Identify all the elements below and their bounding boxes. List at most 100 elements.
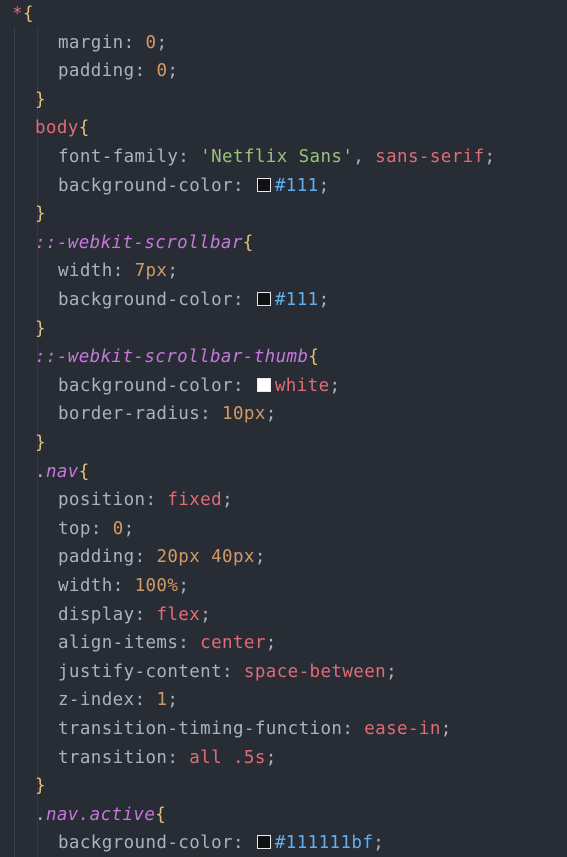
code-line: padding: 20px 40px; — [0, 543, 266, 572]
code-token: transition — [58, 747, 168, 768]
code-line: align-items: center; — [0, 629, 277, 658]
code-token: ; — [222, 490, 233, 511]
code-token: { — [22, 4, 34, 24]
color-swatch-icon[interactable] — [256, 177, 271, 192]
code-token: ; — [156, 32, 168, 53]
code-token: } — [35, 433, 46, 453]
code-token: : — [342, 719, 365, 739]
code-token: ; — [167, 690, 179, 711]
color-swatch-icon[interactable] — [256, 292, 271, 306]
code-token: z-index — [58, 690, 135, 711]
code-token: : — [90, 518, 113, 539]
code-token: 0 — [145, 32, 157, 53]
code-token: : — [145, 490, 168, 511]
code-token: { — [308, 347, 320, 368]
code-token: #111 — [274, 175, 319, 196]
code-token: center — [200, 633, 266, 654]
code-line: width: 100%; — [0, 572, 189, 601]
code-token: 0 — [112, 518, 124, 539]
code-token: margin — [58, 32, 124, 53]
code-line: position: fixed; — [0, 486, 233, 515]
code-token: ease-in — [364, 719, 441, 739]
code-token: white — [274, 375, 330, 396]
code-token: ; — [123, 518, 135, 539]
code-token: : — [134, 61, 157, 82]
code-line: margin: 0; — [0, 29, 167, 58]
code-token: } — [35, 204, 46, 225]
code-line: .nav.active{ — [0, 801, 166, 830]
code-token: ; — [373, 833, 385, 854]
code-token: ; — [484, 147, 496, 167]
code-token: . — [35, 461, 46, 482]
code-token: . — [35, 804, 46, 825]
code-token: background-color — [58, 833, 233, 854]
code-token: } — [35, 776, 46, 797]
code-line: border-radius: 10px; — [0, 400, 277, 429]
code-token: * — [12, 4, 23, 24]
code-token: ; — [318, 175, 330, 196]
code-token: top — [58, 518, 91, 539]
code-token: 20px 40px — [156, 547, 255, 568]
code-token: ; — [265, 633, 277, 654]
code-editor[interactable]: *{margin: 0; padding: 0;} body{font-family… — [0, 0, 567, 857]
code-token: body — [35, 118, 79, 139]
code-token: position — [58, 490, 146, 511]
code-token: ; — [178, 576, 190, 596]
code-token: ; — [167, 261, 179, 282]
code-token: 'Netflix Sans' — [200, 147, 354, 167]
code-token: : — [112, 261, 135, 282]
code-line: justify-content: space-between; — [0, 658, 397, 687]
code-token: : — [112, 576, 135, 596]
code-token: width — [58, 261, 113, 282]
code-token: width — [58, 576, 113, 596]
code-line: transition-timing-function: ease-in; — [0, 715, 452, 744]
code-token: ; — [440, 719, 452, 739]
code-token: border-radius — [58, 404, 201, 425]
code-token: ; — [265, 404, 277, 425]
code-token: padding — [58, 547, 135, 568]
code-token: ; — [318, 290, 330, 310]
code-token: #111 — [274, 290, 319, 310]
code-token: background-color — [58, 375, 233, 396]
code-token: sans-serif — [375, 147, 485, 167]
code-token: display — [58, 604, 135, 625]
code-line: background-color: #111; — [0, 172, 330, 201]
code-token: align-items — [58, 633, 179, 654]
code-token: space-between — [243, 661, 387, 682]
code-line: z-index: 1; — [0, 686, 178, 715]
code-line: background-color: #111111bf; — [0, 829, 384, 857]
code-token: #111111bf — [274, 833, 374, 854]
color-swatch-icon[interactable] — [256, 835, 271, 850]
code-token: : — [200, 404, 223, 425]
code-line: } — [0, 86, 46, 115]
code-token: justify-content — [58, 661, 223, 682]
code-token: { — [155, 804, 167, 825]
code-token: : — [134, 604, 157, 625]
code-line: *{ — [0, 0, 34, 29]
code-line: } — [0, 772, 46, 801]
code-line: ::-webkit-scrollbar-thumb{ — [0, 343, 319, 372]
code-line: font-family: 'Netflix Sans', sans-serif; — [0, 143, 495, 172]
code-token: ; — [167, 61, 179, 82]
code-token: 0 — [156, 61, 168, 82]
code-token: 1 — [156, 690, 168, 711]
code-token: : — [232, 375, 255, 396]
code-token: } — [35, 89, 46, 110]
code-token: : — [232, 833, 255, 854]
code-token: : — [178, 147, 201, 167]
code-token: : — [134, 547, 157, 568]
code-line: width: 7px; — [0, 257, 178, 286]
code-token: { — [242, 232, 254, 253]
code-token: ; — [386, 661, 398, 682]
code-token: : — [123, 32, 146, 53]
code-line: } — [0, 315, 46, 344]
code-token: transition-timing-function — [58, 719, 343, 739]
code-line: body{ — [0, 114, 90, 143]
color-swatch-icon[interactable] — [256, 377, 271, 392]
code-token: 7px — [134, 261, 168, 282]
code-token: , — [353, 147, 376, 167]
code-token: font-family — [58, 147, 179, 167]
code-token: ; — [329, 375, 341, 396]
code-line: display: flex; — [0, 601, 211, 630]
code-token: : — [222, 661, 244, 682]
